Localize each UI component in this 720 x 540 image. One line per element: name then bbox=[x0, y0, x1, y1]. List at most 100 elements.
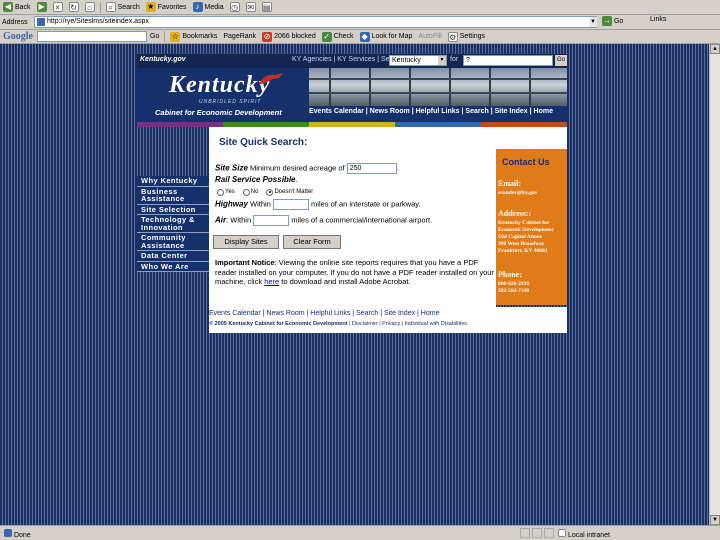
email-label: Email: bbox=[498, 179, 522, 188]
air-row: Air: Within miles of a commercial/intern… bbox=[215, 215, 433, 226]
page-viewport: Kentucky.gov KY Agencies | KY Services |… bbox=[0, 44, 709, 525]
autofill-button[interactable]: AutoFill bbox=[415, 33, 444, 40]
page-icon bbox=[37, 18, 45, 26]
display-sites-button[interactable]: Display Sites bbox=[213, 235, 279, 249]
air-miles-input[interactable] bbox=[253, 215, 290, 226]
left-nav: Why Kentucky Business Assistance Site Sele… bbox=[137, 176, 209, 272]
stop-icon: × bbox=[52, 2, 63, 12]
google-go-button[interactable]: Go bbox=[147, 33, 162, 40]
rail-radio[interactable] bbox=[217, 188, 224, 196]
kentucky-logo-text: Kentucky bbox=[169, 72, 271, 98]
rail-radio[interactable] bbox=[266, 188, 274, 196]
print-button[interactable]: ▤ bbox=[259, 2, 275, 12]
mail-button[interactable]: ✉ bbox=[243, 2, 259, 12]
footer-links[interactable]: Events Calendar | News Room | Helpful Li… bbox=[209, 310, 439, 317]
media-icon: ♪ bbox=[192, 2, 203, 12]
acreage-input[interactable]: 250 bbox=[346, 163, 397, 174]
highway-text: miles of an interstate or parkway. bbox=[311, 199, 421, 209]
forward-button[interactable]: ▶ bbox=[34, 2, 50, 12]
links-button[interactable]: Links bbox=[650, 16, 666, 23]
left-nav-item[interactable]: Business Assistance bbox=[137, 186, 209, 205]
photo-beam bbox=[409, 68, 411, 106]
photo-crossbeam bbox=[309, 92, 567, 94]
email-value[interactable]: econdev@ky.gov bbox=[498, 190, 566, 197]
clear-form-button[interactable]: Clear Form bbox=[283, 235, 341, 249]
left-nav-item[interactable]: Why Kentucky bbox=[137, 176, 209, 187]
photo-beam bbox=[329, 68, 331, 106]
stop-button[interactable]: × bbox=[50, 2, 66, 12]
google-logo[interactable]: Google bbox=[0, 31, 33, 42]
photo-beam bbox=[529, 68, 531, 106]
site-search-input[interactable]: ? bbox=[463, 55, 553, 66]
capitol-bridge-photo bbox=[309, 68, 567, 106]
refresh-icon: ↻ bbox=[68, 2, 79, 12]
left-nav-item[interactable]: Data Center bbox=[137, 251, 209, 262]
highway-row: Highway Within miles of an interstate or… bbox=[215, 199, 421, 210]
go-button[interactable]: → Go bbox=[602, 16, 623, 26]
kentucky-gov-logo[interactable]: Kentucky.gov bbox=[140, 56, 186, 63]
highway-miles-input[interactable] bbox=[272, 199, 309, 210]
contact-spacer bbox=[496, 127, 567, 149]
site-size-row: Site Size Minimum desired acreage of 250… bbox=[215, 163, 399, 174]
address-dropdown-icon[interactable]: ▼ bbox=[589, 17, 597, 27]
contact-body: Contact Us Email: econdev@ky.gov Address… bbox=[496, 149, 567, 305]
search-scope-select[interactable]: Kentucky ▼ bbox=[389, 55, 447, 66]
standard-toolbar: ◀ Back ▶ × ↻ ⌂ ⌕ Search ★ Favorites ♪ Media … bbox=[0, 0, 720, 15]
site-size-label: Site Size bbox=[215, 163, 248, 173]
search-button[interactable]: ⌕ Search bbox=[103, 2, 143, 12]
scroll-up-icon[interactable]: ▲ bbox=[710, 44, 720, 54]
google-search-input[interactable] bbox=[37, 31, 147, 42]
pagerank-button[interactable]: PageRank bbox=[220, 33, 259, 40]
phone-lines: 800-626-2930 502-564-7140 bbox=[498, 281, 566, 295]
rail-options: Yes No Doesn't Matter bbox=[215, 187, 319, 196]
copyright-text: © 2005 Kentucky Cabinet for Economic Dev… bbox=[209, 321, 348, 327]
rail-radio-label: No bbox=[250, 189, 259, 196]
toolbar-divider bbox=[99, 1, 101, 13]
footer-legal-links[interactable]: | Disclaimer | Privacy | Individual with… bbox=[348, 321, 467, 327]
history-button[interactable]: ◷ bbox=[227, 2, 243, 12]
left-nav-item[interactable]: Technology & Innovation bbox=[137, 215, 209, 233]
phone-line: 502-564-7140 bbox=[498, 288, 530, 294]
vertical-scrollbar[interactable]: ▲ ▼ bbox=[709, 44, 720, 525]
settings-icon: ⚙ bbox=[447, 31, 458, 42]
highway-label: Highway bbox=[215, 199, 248, 209]
site-container: Kentucky.gov KY Agencies | KY Services |… bbox=[137, 54, 567, 333]
site-search-go-button[interactable]: Go bbox=[555, 55, 567, 66]
highway-within: Within bbox=[250, 199, 271, 209]
left-nav-item[interactable]: Who We Are bbox=[137, 261, 209, 272]
left-nav-item[interactable]: Community Assistance bbox=[137, 233, 209, 251]
check-button[interactable]: ✓ Check bbox=[319, 31, 357, 42]
photo-crossbeam bbox=[309, 78, 567, 80]
security-zone: Local intranet bbox=[558, 529, 610, 539]
popup-blocker-button[interactable]: ⊘ 2066 blocked bbox=[259, 31, 319, 42]
status-text: Done bbox=[4, 529, 31, 539]
photo-beam bbox=[449, 68, 451, 106]
favorites-button[interactable]: ★ Favorites bbox=[143, 2, 190, 12]
air-text: miles of a commercial/international airp… bbox=[291, 215, 433, 225]
rail-radio[interactable] bbox=[242, 188, 250, 196]
acrobat-download-link[interactable]: here bbox=[264, 277, 279, 286]
media-button[interactable]: ♪ Media bbox=[190, 2, 227, 12]
top-links[interactable]: KY Agencies | KY Services | Search bbox=[292, 56, 403, 63]
blocked-icon: ⊘ bbox=[262, 31, 273, 42]
home-button[interactable]: ⌂ bbox=[82, 2, 98, 12]
address-line: Old Capitol Annex bbox=[498, 234, 543, 240]
favorites-icon: ★ bbox=[145, 2, 156, 12]
look-for-map-button[interactable]: ◆ Look for Map bbox=[357, 31, 416, 42]
search-icon: ⌕ bbox=[105, 2, 116, 12]
address-label: Address bbox=[2, 18, 28, 26]
kentucky-gov-bar: Kentucky.gov KY Agencies | KY Services |… bbox=[137, 54, 567, 68]
settings-button[interactable]: ⚙ Settings bbox=[445, 31, 488, 42]
kentucky-logo[interactable]: Kentucky UNBRIDLED SPIRIT bbox=[169, 72, 284, 105]
go-arrow-icon: → bbox=[602, 16, 612, 26]
scroll-down-icon[interactable]: ▼ bbox=[710, 515, 720, 525]
history-icon: ◷ bbox=[229, 2, 240, 12]
back-button[interactable]: ◀ Back bbox=[0, 2, 34, 12]
main-nav[interactable]: Events Calendar | News Room | Helpful Li… bbox=[309, 108, 567, 115]
phone-label: Phone: bbox=[498, 270, 522, 279]
address-input[interactable]: http://rye/Siteslms/siteindex.aspx bbox=[34, 16, 597, 28]
refresh-button[interactable]: ↻ bbox=[66, 2, 82, 12]
left-nav-item[interactable]: Site Selection bbox=[137, 204, 209, 215]
bookmarks-button[interactable]: ☆ Bookmarks bbox=[167, 31, 220, 42]
rail-radio-label: Yes bbox=[225, 189, 235, 196]
